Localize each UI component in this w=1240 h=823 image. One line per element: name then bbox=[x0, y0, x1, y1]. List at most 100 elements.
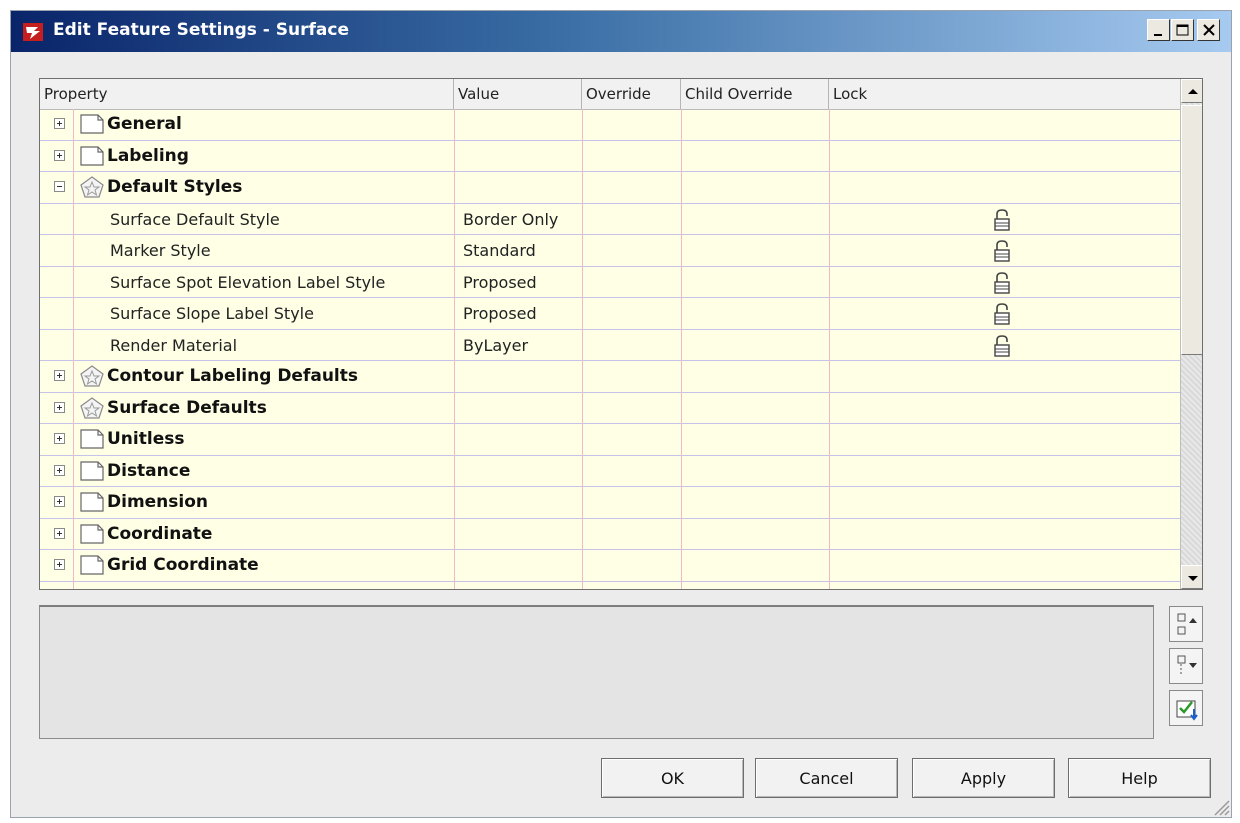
scroll-up-button[interactable] bbox=[1181, 79, 1202, 103]
collapse-icon[interactable] bbox=[54, 181, 65, 192]
minimize-button[interactable] bbox=[1147, 19, 1170, 41]
property-value[interactable]: ByLayer bbox=[463, 330, 528, 361]
category-row[interactable]: Distance bbox=[40, 456, 1180, 487]
category-row[interactable]: Contour Labeling Defaults bbox=[40, 361, 1180, 393]
property-row[interactable]: Surface Slope Label Style Proposed bbox=[40, 298, 1180, 330]
category-row[interactable]: Grid Coordinate bbox=[40, 550, 1180, 582]
category-row[interactable]: Unitless bbox=[40, 424, 1180, 456]
category-label: Default Styles bbox=[107, 177, 243, 197]
category-label: Unitless bbox=[107, 429, 185, 449]
expand-icon[interactable] bbox=[54, 118, 65, 129]
expand-icon[interactable] bbox=[54, 149, 65, 161]
page-icon bbox=[79, 112, 105, 136]
style-icon bbox=[79, 175, 105, 199]
vertical-scrollbar[interactable] bbox=[1180, 79, 1202, 589]
category-row[interactable]: Labeling bbox=[40, 141, 1180, 172]
category-label: Grid Coordinate bbox=[107, 555, 259, 575]
scroll-thumb[interactable] bbox=[1181, 105, 1202, 355]
unlock-icon[interactable] bbox=[993, 208, 1011, 231]
edit-feature-settings-dialog: Edit Feature Settings - Surface Property… bbox=[10, 10, 1232, 818]
category-label: General bbox=[107, 114, 182, 134]
property-value[interactable]: Proposed bbox=[463, 267, 537, 298]
style-icon bbox=[79, 364, 105, 388]
apply-check-icon bbox=[1176, 700, 1198, 721]
property-label: Render Material bbox=[110, 335, 238, 355]
category-label: Distance bbox=[107, 460, 191, 481]
page-icon bbox=[79, 427, 105, 451]
resize-grip-icon[interactable] bbox=[1209, 795, 1231, 817]
property-label: Marker Style bbox=[110, 241, 211, 260]
cancel-button[interactable]: Cancel bbox=[755, 758, 898, 798]
expand-all-button[interactable] bbox=[1169, 648, 1203, 684]
grid-divider bbox=[681, 109, 682, 589]
maximize-icon bbox=[1176, 24, 1189, 36]
expand-icon[interactable] bbox=[54, 433, 65, 444]
property-value[interactable]: Border Only bbox=[463, 204, 558, 235]
page-icon bbox=[79, 459, 105, 483]
arrow-up-icon bbox=[1188, 89, 1198, 94]
category-label: Dimension bbox=[107, 492, 209, 512]
page-icon bbox=[79, 553, 105, 577]
grid-header: Property Value Override Child Override L… bbox=[40, 79, 1180, 110]
grid-divider bbox=[454, 109, 455, 589]
column-header-child-override[interactable]: Child Override bbox=[681, 79, 829, 109]
expand-icon[interactable] bbox=[54, 370, 65, 381]
category-label: Surface Defaults bbox=[107, 397, 267, 418]
expand-icon[interactable] bbox=[54, 496, 65, 507]
unlock-icon[interactable] bbox=[993, 240, 1011, 262]
apply-button[interactable]: Apply bbox=[912, 758, 1055, 798]
property-row[interactable]: Surface Spot Elevation Label Style Propos… bbox=[40, 267, 1180, 298]
grid-body: General Labeling Default Styles Surface Def… bbox=[40, 109, 1180, 589]
category-row[interactable]: General bbox=[40, 109, 1180, 141]
column-header-value[interactable]: Value bbox=[454, 79, 582, 109]
page-icon bbox=[79, 490, 105, 514]
property-grid: Property Value Override Child Override L… bbox=[39, 78, 1203, 590]
close-button[interactable] bbox=[1197, 19, 1220, 41]
category-label: Coordinate bbox=[107, 523, 213, 544]
property-row[interactable]: Render Material ByLayer bbox=[40, 330, 1180, 361]
property-label: Surface Default Style bbox=[110, 209, 280, 229]
collapse-all-icon bbox=[1177, 613, 1197, 635]
expand-icon[interactable] bbox=[54, 464, 65, 476]
property-row[interactable]: Marker Style Standard bbox=[40, 235, 1180, 267]
minimize-icon bbox=[1154, 34, 1162, 36]
category-label: Contour Labeling Defaults bbox=[107, 366, 358, 386]
unlock-icon[interactable] bbox=[993, 334, 1011, 357]
category-label: Labeling bbox=[107, 145, 189, 166]
app-icon bbox=[23, 23, 43, 41]
column-header-override[interactable]: Override bbox=[582, 79, 681, 109]
category-row[interactable]: Default Styles bbox=[40, 172, 1180, 204]
description-panel bbox=[39, 605, 1154, 739]
expand-icon[interactable] bbox=[54, 401, 65, 413]
property-row[interactable]: Surface Default Style Border Only bbox=[40, 204, 1180, 235]
grid-divider bbox=[73, 109, 74, 589]
grid-divider bbox=[582, 109, 583, 589]
apply-check-button[interactable] bbox=[1169, 690, 1203, 726]
column-header-property[interactable]: Property bbox=[40, 79, 454, 109]
arrow-down-icon bbox=[1188, 576, 1198, 581]
scroll-down-button[interactable] bbox=[1181, 565, 1202, 589]
page-icon bbox=[79, 522, 105, 546]
property-label: Surface Spot Elevation Label Style bbox=[110, 272, 386, 292]
property-value[interactable]: Proposed bbox=[463, 298, 537, 329]
window-title: Edit Feature Settings - Surface bbox=[53, 20, 349, 40]
grid-divider bbox=[829, 109, 830, 589]
maximize-button[interactable] bbox=[1171, 19, 1194, 41]
unlock-icon[interactable] bbox=[993, 303, 1011, 325]
category-row[interactable]: Dimension bbox=[40, 487, 1180, 519]
close-icon bbox=[1203, 24, 1215, 36]
category-row[interactable]: Coordinate bbox=[40, 519, 1180, 550]
column-header-lock[interactable]: Lock bbox=[829, 79, 1180, 109]
expand-icon[interactable] bbox=[54, 527, 65, 539]
style-icon bbox=[79, 396, 105, 420]
page-icon bbox=[79, 144, 105, 168]
help-button[interactable]: Help bbox=[1068, 758, 1211, 798]
unlock-icon[interactable] bbox=[993, 271, 1011, 294]
property-value[interactable]: Standard bbox=[463, 235, 536, 266]
expand-all-icon bbox=[1177, 655, 1197, 676]
title-bar[interactable]: Edit Feature Settings - Surface bbox=[11, 11, 1231, 52]
collapse-all-button[interactable] bbox=[1169, 606, 1203, 642]
category-row[interactable]: Surface Defaults bbox=[40, 393, 1180, 424]
expand-icon[interactable] bbox=[54, 559, 65, 570]
ok-button[interactable]: OK bbox=[601, 758, 744, 798]
